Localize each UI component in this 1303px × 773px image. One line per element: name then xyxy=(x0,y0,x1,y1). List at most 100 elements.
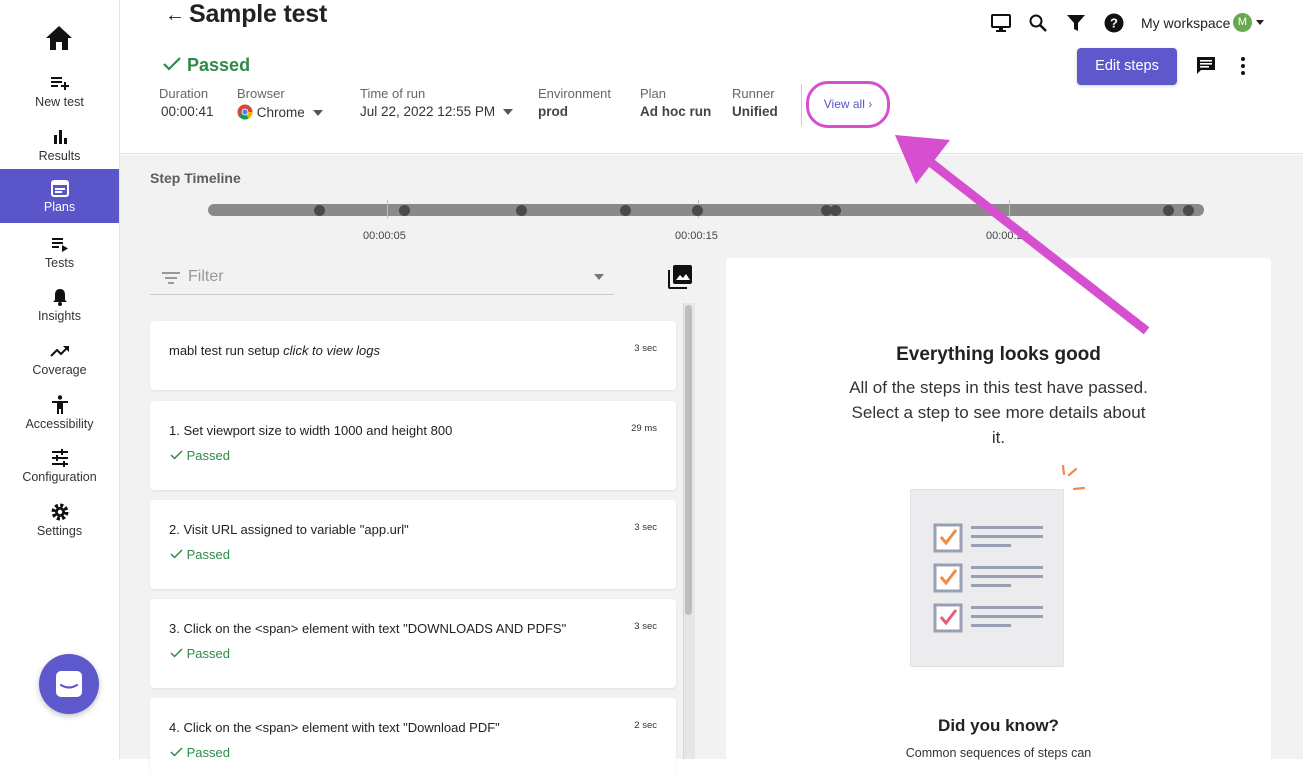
sidebar-item-new-test[interactable]: New test xyxy=(0,70,119,124)
sidebar-item-label: Tests xyxy=(44,256,75,270)
step-item-setup[interactable]: mabl test run setup click to view logs 3… xyxy=(150,321,676,390)
chat-launcher-button[interactable] xyxy=(39,654,99,714)
comment-icon[interactable] xyxy=(1195,55,1217,77)
step-status-text: Passed xyxy=(186,547,230,562)
sidebar-item-coverage[interactable]: Coverage xyxy=(0,338,119,392)
step-status-text: Passed xyxy=(186,745,230,760)
accessibility-icon xyxy=(51,395,68,414)
time-select[interactable]: Jul 22, 2022 12:55 PM xyxy=(360,104,514,119)
edit-steps-button[interactable]: Edit steps xyxy=(1077,48,1177,85)
sidebar-item-configuration[interactable]: Configuration xyxy=(0,445,119,499)
screenshots-gallery-icon[interactable] xyxy=(666,263,694,291)
timeline-step-marker[interactable] xyxy=(620,205,631,216)
timeline-tick xyxy=(1009,200,1010,218)
empty-state-text: All of the steps in this test have passe… xyxy=(849,378,1148,447)
sidebar-item-plans[interactable]: Plans xyxy=(0,169,119,223)
meta-duration: Duration 00:00:41 xyxy=(159,86,214,119)
step-name: 4. Click on the <span> element with text… xyxy=(169,720,500,735)
sidebar-item-tests[interactable]: Tests xyxy=(0,231,119,285)
browser-value: Chrome xyxy=(256,105,305,120)
timeline-bar[interactable] xyxy=(208,204,1204,216)
step-duration: 3 sec xyxy=(634,522,657,533)
sidebar-item-label: New test xyxy=(35,95,84,109)
view-logs-link[interactable]: click to view logs xyxy=(283,343,380,358)
step-item-3[interactable]: 3. Click on the <span> element with text… xyxy=(150,599,676,688)
step-status: Passed xyxy=(170,745,230,760)
check-icon xyxy=(170,648,183,658)
meta-value: prod xyxy=(538,104,568,119)
timeline-step-marker[interactable] xyxy=(692,205,703,216)
back-arrow-icon[interactable]: ← xyxy=(165,4,185,27)
main-content: Step Timeline 00:00:05 00:00:15 00:00:25… xyxy=(120,155,1303,773)
checklist-icon xyxy=(933,523,1043,633)
page-title: Sample test xyxy=(189,0,328,28)
time-value: Jul 22, 2022 12:55 PM xyxy=(360,104,496,119)
avatar[interactable]: M xyxy=(1233,13,1252,32)
sidebar: New test Results Plans Tests Insights Co… xyxy=(0,0,120,759)
chevron-down-icon[interactable] xyxy=(594,274,604,280)
filter-list-icon xyxy=(162,272,180,284)
sidebar-item-label: Insights xyxy=(37,309,82,323)
meta-value: 00:00:41 xyxy=(161,104,214,119)
step-name: 3. Click on the <span> element with text… xyxy=(169,621,567,636)
timeline-step-marker[interactable] xyxy=(830,205,841,216)
step-status: Passed xyxy=(170,448,230,463)
sidebar-item-insights[interactable]: Insights xyxy=(0,284,119,338)
sidebar-item-settings[interactable]: Settings xyxy=(0,499,119,553)
sidebar-item-label: Plans xyxy=(43,200,76,214)
sidebar-item-label: Settings xyxy=(36,524,83,538)
timeline-step-marker[interactable] xyxy=(399,205,410,216)
chevron-down-icon xyxy=(503,109,514,116)
chevron-down-icon[interactable] xyxy=(1256,20,1264,25)
step-details-panel: Everything looks good All of the steps i… xyxy=(726,258,1271,768)
timeline-step-marker[interactable] xyxy=(314,205,325,216)
filter-input[interactable]: Filter xyxy=(150,259,614,295)
step-item-4[interactable]: 4. Click on the <span> element with text… xyxy=(150,698,676,773)
meta-label: Runner xyxy=(732,86,775,101)
meta-label: Browser xyxy=(237,86,285,101)
meta-value: Unified xyxy=(732,104,778,119)
test-run-header: ← Sample test Passed Duration 00:00:41 B… xyxy=(120,0,1303,154)
check-icon xyxy=(170,450,183,460)
monitor-icon[interactable] xyxy=(990,12,1012,34)
timeline-step-marker[interactable] xyxy=(1163,205,1174,216)
sidebar-item-label: Accessibility xyxy=(25,417,94,431)
help-icon[interactable]: ? xyxy=(1103,12,1125,34)
workspace-name[interactable]: My workspace xyxy=(1141,15,1230,31)
step-duration: 3 sec xyxy=(634,343,657,354)
search-icon[interactable] xyxy=(1027,12,1049,34)
meta-browser: Browser Chrome xyxy=(237,86,323,120)
more-vert-icon[interactable] xyxy=(1232,55,1254,77)
step-name: mabl test run setup click to view logs xyxy=(169,343,380,358)
browser-select[interactable]: Chrome xyxy=(237,104,323,120)
gear-icon xyxy=(51,503,68,521)
step-name: 2. Visit URL assigned to variable "app.u… xyxy=(169,522,409,537)
meta-label: Duration xyxy=(159,86,209,101)
steps-scrollbar-thumb[interactable] xyxy=(685,305,692,615)
step-duration: 3 sec xyxy=(634,621,657,632)
meta-time-of-run: Time of run Jul 22, 2022 12:55 PM xyxy=(360,86,514,119)
timeline-label: 00:00:25 xyxy=(986,230,1029,242)
timeline-step-marker[interactable] xyxy=(1183,205,1194,216)
playlist-play-icon xyxy=(51,238,68,252)
sidebar-item-accessibility[interactable]: Accessibility xyxy=(0,392,119,446)
step-status: Passed xyxy=(170,547,230,562)
step-name: 1. Set viewport size to width 1000 and h… xyxy=(169,423,453,438)
step-status-text: Passed xyxy=(186,448,230,463)
filter-icon[interactable] xyxy=(1065,12,1087,34)
meta-plan: Plan Ad hoc run xyxy=(640,86,711,119)
step-duration: 29 ms xyxy=(631,423,657,434)
chrome-icon xyxy=(237,104,253,120)
sidebar-item-label: Configuration xyxy=(22,470,97,484)
sidebar-item-label: Results xyxy=(38,149,81,163)
timeline-step-marker[interactable] xyxy=(516,205,527,216)
home-icon[interactable] xyxy=(44,24,74,52)
meta-label: Environment xyxy=(538,86,611,101)
step-item-2[interactable]: 2. Visit URL assigned to variable "app.u… xyxy=(150,500,676,589)
view-all-label: View all xyxy=(823,97,865,111)
sidebar-item-label: Coverage xyxy=(32,363,87,377)
view-all-link[interactable]: View all › xyxy=(806,81,890,128)
meta-value: Ad hoc run xyxy=(640,104,712,119)
calendar-icon xyxy=(50,180,69,197)
step-item-1[interactable]: 1. Set viewport size to width 1000 and h… xyxy=(150,401,676,490)
